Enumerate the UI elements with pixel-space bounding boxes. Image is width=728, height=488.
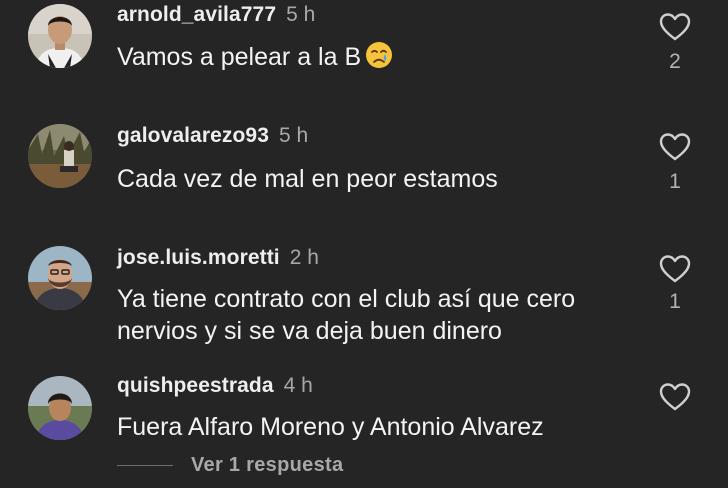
username[interactable]: jose.luis.moretti — [117, 246, 280, 269]
comment-text: Cada vez de mal en peor estamos — [117, 165, 498, 193]
comment-item: jose.luis.moretti 2 h Ya tiene contrato c… — [0, 236, 728, 366]
timestamp: 2 h — [289, 246, 319, 269]
comment-meta: galovalarezo93 5 h — [117, 124, 308, 148]
like-count: 1 — [669, 170, 681, 193]
like-count: 2 — [669, 50, 681, 73]
avatar[interactable] — [28, 246, 92, 310]
heart-outline-icon — [659, 383, 691, 411]
comment-item: arnold_avila777 5 h Vamos a pelear a la B… — [0, 0, 728, 112]
comment-text: Vamos a pelear a la B — [117, 41, 637, 77]
comment-text-content: Vamos a pelear a la B — [117, 43, 362, 71]
username[interactable]: arnold_avila777 — [117, 3, 276, 26]
timestamp: 5 h — [286, 3, 316, 26]
view-replies-button[interactable]: Ver 1 respuesta — [117, 452, 343, 478]
like-button[interactable] — [658, 382, 692, 412]
comment-meta: jose.luis.moretti 2 h — [117, 246, 319, 270]
timestamp: 4 h — [283, 374, 313, 397]
comment-meta: quishpeestrada 4 h — [117, 374, 313, 398]
comment-item: galovalarezo93 5 h Cada vez de mal en peo… — [0, 118, 728, 230]
replies-divider — [117, 464, 173, 466]
comment-text: Fuera Alfaro Moreno y Antonio Alvarez — [117, 413, 544, 441]
avatar[interactable] — [28, 124, 92, 188]
like-button[interactable] — [658, 132, 692, 162]
username[interactable]: quishpeestrada — [117, 374, 274, 397]
comment-text: Ya tiene contrato con el club así que ce… — [117, 285, 576, 345]
heart-outline-icon — [659, 133, 691, 161]
like-count: 1 — [669, 290, 681, 313]
avatar[interactable] — [28, 376, 92, 440]
heart-outline-icon — [659, 13, 691, 41]
comment-meta: arnold_avila777 5 h — [117, 3, 315, 27]
view-replies-label: Ver 1 respuesta — [191, 453, 344, 476]
avatar[interactable] — [28, 4, 92, 68]
crying-face-icon — [365, 41, 393, 77]
username[interactable]: galovalarezo93 — [117, 124, 269, 147]
timestamp: 5 h — [278, 124, 309, 147]
like-button[interactable] — [658, 254, 692, 284]
like-button[interactable] — [658, 12, 692, 42]
comment-item: quishpeestrada 4 h Fuera Alfaro Moreno y … — [0, 368, 728, 488]
heart-outline-icon — [659, 255, 691, 283]
